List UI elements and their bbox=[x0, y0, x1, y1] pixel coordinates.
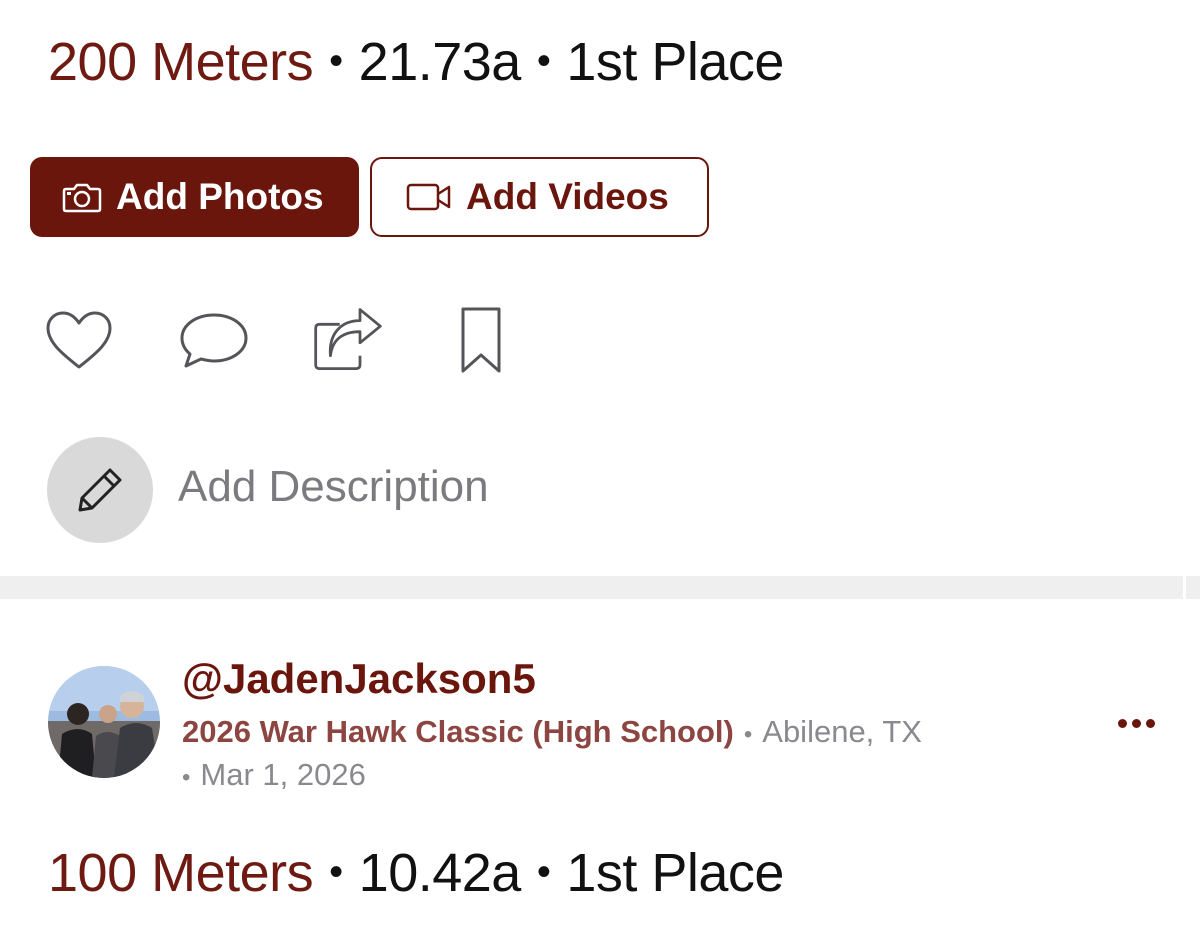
result-place: 1st Place bbox=[566, 843, 784, 903]
avatar[interactable] bbox=[48, 666, 160, 778]
separator-dot: • bbox=[536, 850, 551, 894]
result-line-bottom: 100 Meters • 10.42a • 1st Place bbox=[48, 843, 784, 908]
event-name: 200 Meters bbox=[48, 32, 314, 92]
result-line-top: 200 Meters • 21.73a • 1st Place bbox=[48, 32, 784, 97]
meet-date: Mar 1, 2026 bbox=[200, 757, 366, 792]
dot bbox=[1131, 718, 1141, 728]
result-time: 21.73a bbox=[358, 32, 522, 92]
separator-dot: • bbox=[329, 39, 343, 83]
like-button[interactable] bbox=[43, 303, 115, 377]
add-videos-label: Add Videos bbox=[466, 176, 669, 217]
divider-notch bbox=[1183, 576, 1186, 599]
share-button[interactable] bbox=[312, 303, 384, 377]
username-link[interactable]: @JadenJackson5 bbox=[182, 655, 536, 703]
bookmark-icon bbox=[461, 307, 501, 373]
section-divider bbox=[0, 576, 1200, 599]
edit-description-button[interactable] bbox=[47, 437, 153, 543]
event-name: 100 Meters bbox=[48, 843, 314, 903]
result-time: 10.42a bbox=[358, 843, 522, 903]
bookmark-button[interactable] bbox=[445, 303, 517, 377]
dot bbox=[1145, 718, 1155, 728]
meet-location: Abilene, TX bbox=[762, 714, 922, 749]
add-photos-label: Add Photos bbox=[116, 176, 324, 217]
meet-info: 2026 War Hawk Classic (High School) • Abil… bbox=[182, 714, 922, 750]
separator-dot: • bbox=[536, 39, 551, 83]
add-description-label[interactable]: Add Description bbox=[178, 462, 489, 512]
more-options-button[interactable] bbox=[1108, 705, 1164, 741]
result-place: 1st Place bbox=[566, 32, 784, 92]
comment-button[interactable] bbox=[178, 303, 250, 377]
separator-dot: • bbox=[743, 721, 753, 748]
separator-dot: • bbox=[182, 764, 191, 791]
add-videos-button[interactable]: Add Videos bbox=[370, 157, 709, 237]
pencil-icon bbox=[78, 468, 122, 512]
camera-icon bbox=[62, 183, 102, 213]
dot bbox=[1117, 718, 1127, 728]
share-icon bbox=[314, 308, 382, 370]
meet-name-link[interactable]: 2026 War Hawk Classic (High School) bbox=[182, 714, 734, 749]
add-photos-button[interactable]: Add Photos bbox=[30, 157, 359, 237]
separator-dot: • bbox=[329, 850, 343, 894]
heart-icon bbox=[46, 311, 112, 369]
comment-icon bbox=[180, 313, 248, 368]
video-camera-icon bbox=[406, 183, 451, 211]
meet-date-line: • Mar 1, 2026 bbox=[182, 757, 366, 793]
avatar-photo bbox=[48, 666, 160, 778]
